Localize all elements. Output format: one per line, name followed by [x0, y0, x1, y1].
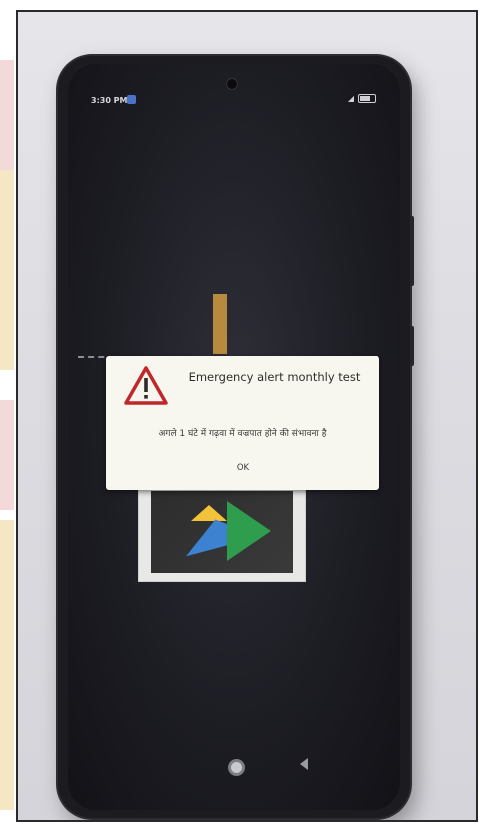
background-decoration [0, 520, 14, 810]
emergency-alert-dialog: Emergency alert monthly test अगले 1 घंटे… [106, 356, 379, 490]
background-decoration [0, 60, 14, 170]
alert-title: Emergency alert monthly test [188, 370, 361, 384]
photo-frame: 3:30 PM ◢ Emergency alert monthly test अ… [16, 10, 478, 822]
wallpaper-photo [138, 484, 306, 582]
background-decoration [0, 170, 14, 370]
front-camera [226, 78, 238, 90]
back-icon[interactable] [300, 758, 308, 770]
battery-icon [358, 94, 376, 103]
background-decoration [0, 400, 14, 510]
wallpaper-element [213, 294, 227, 354]
ok-button[interactable]: OK [223, 460, 263, 476]
signal-icon: ◢ [347, 94, 354, 103]
notification-icon [127, 95, 136, 104]
status-time: 3:30 PM [91, 96, 128, 105]
status-indicators: ◢ [348, 94, 376, 103]
photo-image [151, 491, 293, 573]
warning-icon [124, 366, 168, 405]
logo-shape [227, 501, 271, 561]
volume-button [410, 216, 414, 286]
alert-message: अगले 1 घंटे में गढ़वा में वज्रपात होने क… [158, 429, 327, 439]
home-icon[interactable] [228, 759, 245, 776]
power-button [410, 326, 414, 366]
